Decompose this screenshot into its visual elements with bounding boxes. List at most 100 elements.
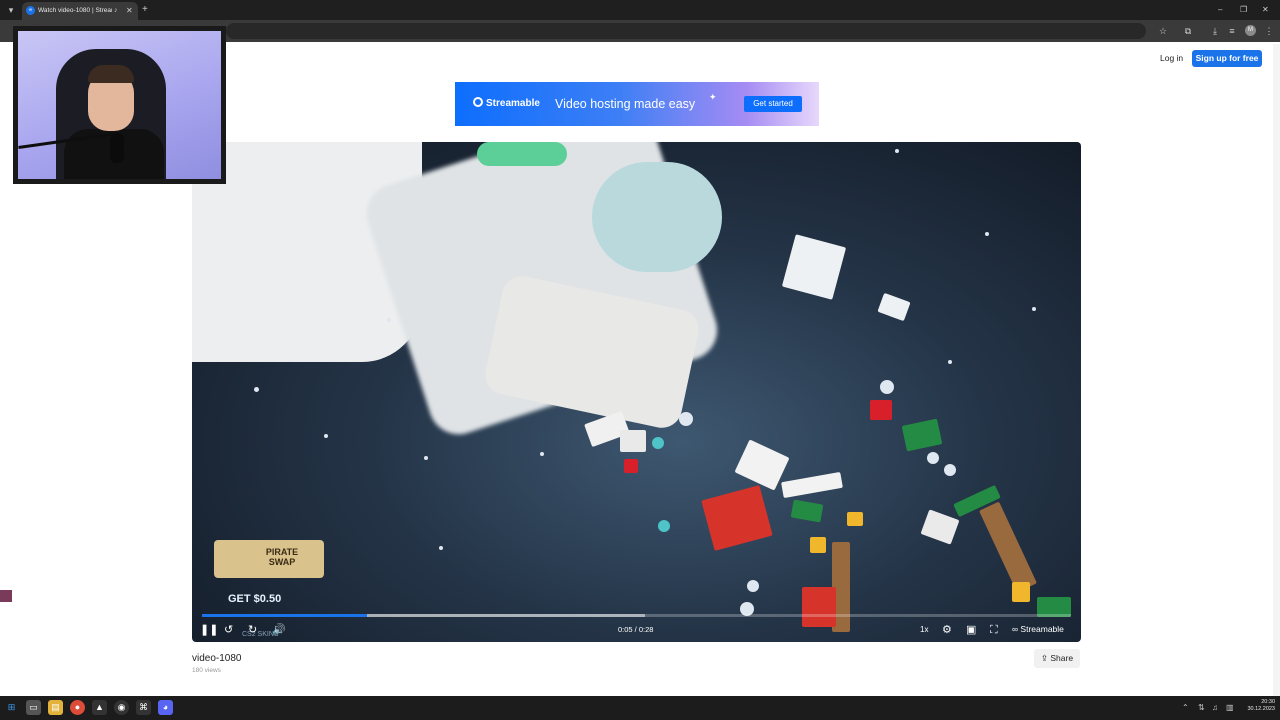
start-windows-icon[interactable]: ⊞ [4,700,19,715]
lego-brick [810,537,826,553]
browser-menu-icon[interactable]: ⋮ [1262,24,1276,38]
background-speck [439,546,443,550]
fullscreen-icon[interactable]: ⛶ [990,623,998,637]
sparkle-icon: ✦ [709,92,717,102]
signup-button[interactable]: Sign up for free [1192,50,1262,67]
lego-stud [944,464,956,476]
tray-battery-icon[interactable]: ▥ [1226,702,1234,714]
tab-search-icon[interactable]: ▾ [4,3,18,17]
background-speck [948,360,952,364]
windows-taskbar: ⊞ ▭ ▤ ● ▲ ◉ ⌘ ◕ ⌃ ⇅ ♫ ▥ [0,696,1280,720]
lego-brick [620,430,646,452]
lego-brick [1012,582,1030,602]
playback-speed-button[interactable]: 1x [920,625,928,635]
window-close-button[interactable]: ✕ [1262,3,1269,17]
background-speck [985,232,989,236]
app-icon[interactable]: ▲ [92,700,107,715]
lego-stud [880,380,894,394]
address-bar[interactable] [226,23,1146,39]
clock-date: 30.12.2023 [1247,706,1275,712]
new-tab-button[interactable]: + [142,3,148,17]
discord-icon[interactable]: ◕ [158,700,173,715]
bookmark-star-icon[interactable]: ☆ [1156,24,1170,38]
progress-played [202,614,368,617]
webcam-person-hair [88,65,134,83]
get-started-button[interactable]: Get started [744,96,802,112]
chrome-icon[interactable]: ● [70,700,85,715]
lego-brick [877,292,911,322]
overlay-ad-title: PIRATE SWAP [265,547,299,567]
overlay-ad-card: PIRATE SWAP [214,540,324,578]
webcam-feed [18,31,221,179]
restore-button[interactable]: ❐ [1240,3,1247,17]
tray-volume-icon[interactable]: ♫ [1212,702,1218,714]
progress-bar[interactable] [202,614,1071,617]
webcam-overlay [13,26,226,184]
browser-tab-active[interactable]: ∞ Watch video-1080 | Streamable ♪ ✕ [22,2,138,20]
video-frame-blur [592,162,722,272]
video-views: 180 views [192,667,221,674]
lego-brick [847,512,863,526]
media-control-icon[interactable]: ≡ [1225,24,1239,38]
picture-in-picture-icon[interactable]: ▣ [966,623,976,637]
downloads-icon[interactable]: ⤓ [1208,24,1222,38]
lego-brick [901,418,943,452]
lego-stud [747,580,759,592]
background-speck [387,318,391,322]
banner-logo: Streamable [473,97,540,111]
page-scrollbar[interactable] [1273,44,1280,696]
tray-network-icon[interactable]: ⇅ [1198,702,1205,714]
file-explorer-icon[interactable]: ▤ [48,700,63,715]
lego-brick [781,471,843,499]
clock-time: 20:30 [1261,699,1275,705]
task-view-icon[interactable]: ▭ [26,700,41,715]
lego-brick [979,501,1037,593]
video-player[interactable]: PIRATE SWAP GET $0.50 CS2 SKINS ❚❚ ↺ ↻ 🔊… [192,142,1081,642]
minimize-button[interactable]: – [1218,3,1222,17]
rewind-icon[interactable]: ↺ [224,623,233,637]
background-speck [254,387,259,392]
background-speck [424,456,428,460]
forward-icon[interactable]: ↻ [248,623,257,637]
profile-avatar[interactable]: M [1245,25,1256,36]
tab-audio-icon[interactable]: ♪ [114,5,118,17]
tray-chevron-icon[interactable]: ⌃ [1182,702,1189,714]
extensions-icon[interactable]: ⧉ [1181,24,1195,38]
banner-logo-text: Streamable [486,98,540,109]
share-icon: ⇪ [1040,653,1051,663]
streamable-favicon-icon: ∞ [26,6,35,15]
webcam-microphone [110,133,124,163]
player-brand-link[interactable]: ∞ Streamable [1012,624,1064,635]
desktop-edge-thumbnail [0,590,12,602]
share-label: Share [1050,653,1074,663]
video-frame-blur [477,142,567,166]
background-speck [1032,307,1036,311]
lego-brick [870,400,892,420]
lego-stud [679,412,693,426]
browser-tabstrip: ▾ ∞ Watch video-1080 | Streamable ♪ ✕ + … [0,0,1280,20]
app-icon[interactable]: ⌘ [136,700,151,715]
overlay-ad-offer: GET $0.50 [228,593,282,605]
obs-icon[interactable]: ◉ [114,700,129,715]
lego-stud [652,437,664,449]
background-speck [540,452,544,456]
promo-banner[interactable]: Streamable Video hosting made easy ✦ Get… [455,82,819,126]
lego-brick [781,234,847,300]
time-display: 0:05 / 0:28 [618,625,654,634]
share-button[interactable]: ⇪ Share [1034,649,1080,668]
settings-gear-icon[interactable]: ⚙ [942,623,952,637]
video-title: video-1080 [192,653,242,664]
player-brand-label: Streamable [1020,624,1064,634]
lego-brick [790,499,824,523]
lego-brick [624,459,638,473]
lego-brick [920,509,960,545]
pause-button[interactable]: ❚❚ [200,623,218,637]
tab-close-icon[interactable]: ✕ [126,5,133,17]
streamable-logo-icon [473,97,483,107]
background-speck [895,149,899,153]
lego-brick [701,485,773,551]
taskbar-clock[interactable]: 20:30 30.12.2023 [1241,699,1275,713]
volume-icon[interactable]: 🔊 [272,623,286,637]
login-link[interactable]: Log in [1160,52,1183,64]
banner-tagline: Video hosting made easy [555,97,696,111]
